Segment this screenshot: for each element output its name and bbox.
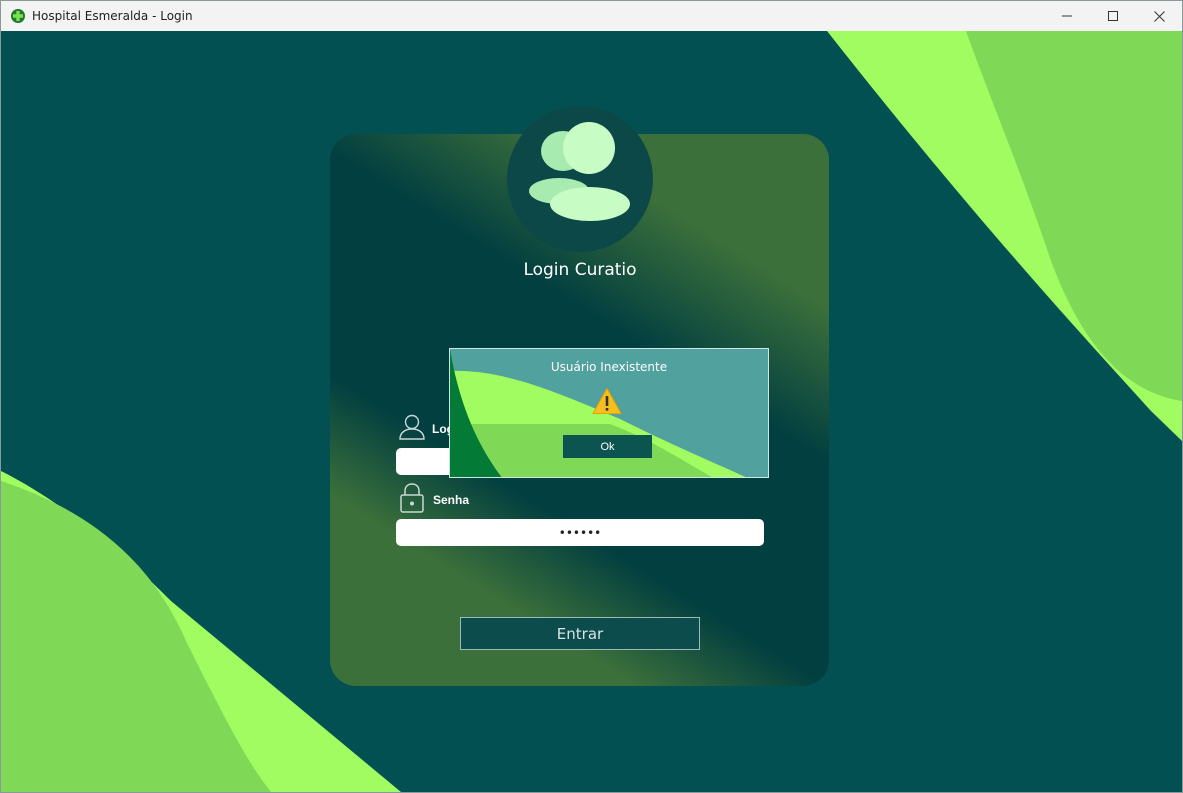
ok-button[interactable]: Ok: [563, 435, 652, 458]
minimize-button[interactable]: [1044, 1, 1090, 31]
dialog-message: Usuário Inexistente: [550, 360, 668, 374]
close-button[interactable]: [1136, 1, 1182, 31]
app-window: Hospital Esmeralda - Login Login Curatio…: [0, 0, 1183, 793]
entrar-button[interactable]: Entrar: [460, 617, 700, 650]
hospital-cross-icon: [10, 8, 26, 24]
lock-icon: [400, 483, 424, 513]
error-dialog: Usuário Inexistente Ok: [449, 348, 769, 478]
warning-icon: [592, 388, 622, 414]
users-icon: [529, 122, 630, 221]
close-icon: [1153, 10, 1165, 22]
password-label: Senha: [433, 493, 470, 507]
window-controls: [1044, 1, 1182, 31]
window-title: Hospital Esmeralda - Login: [32, 9, 193, 23]
maximize-button[interactable]: [1090, 1, 1136, 31]
user-icon: [399, 414, 425, 440]
login-title: Login Curatio: [523, 260, 637, 280]
minimize-icon: [1062, 15, 1072, 17]
maximize-icon: [1108, 11, 1118, 21]
title-bar: Hospital Esmeralda - Login: [1, 1, 1182, 31]
password-input[interactable]: [396, 519, 764, 546]
